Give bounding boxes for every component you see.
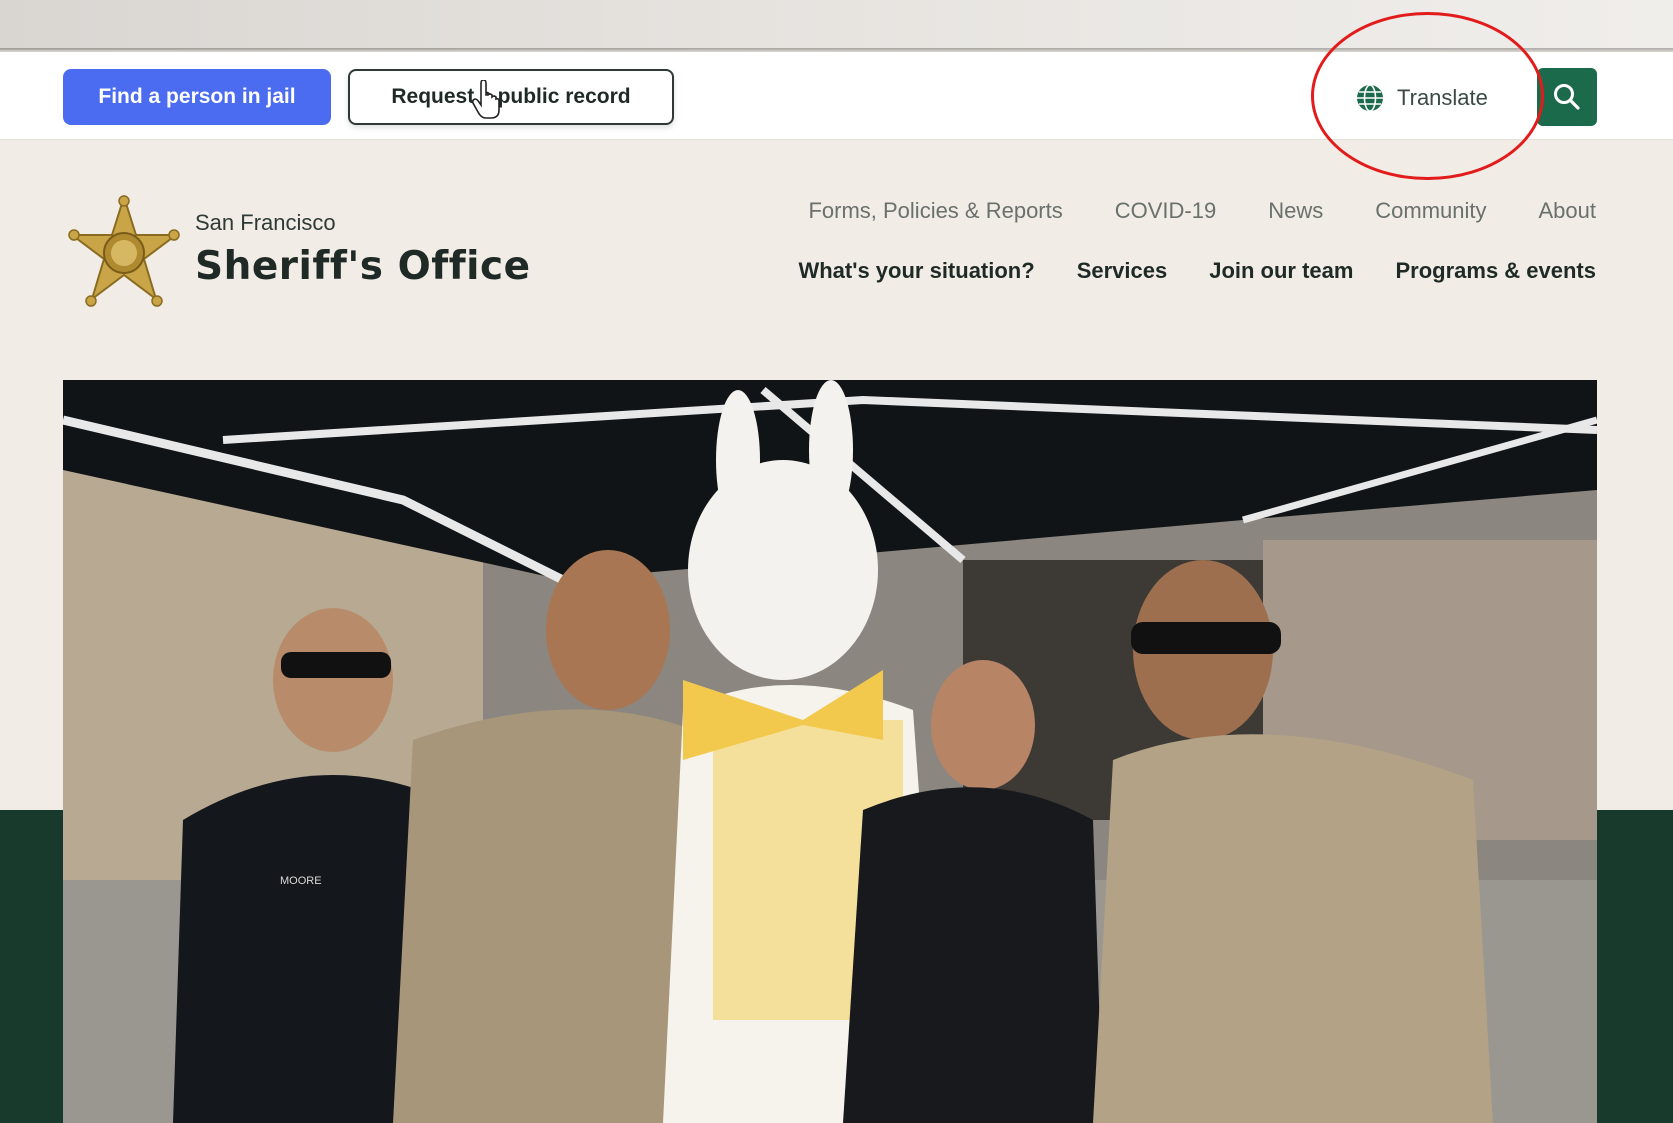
nav-services[interactable]: Services (1077, 258, 1168, 284)
nav-programs-events[interactable]: Programs & events (1395, 258, 1596, 284)
site-title[interactable]: Sheriff's Office (195, 244, 531, 289)
translate-label: Translate (1397, 85, 1488, 110)
nav-news[interactable]: News (1268, 198, 1323, 224)
primary-nav: What's your situation? Services Join our… (798, 258, 1596, 284)
secondary-nav: Forms, Policies & Reports COVID-19 News … (808, 198, 1596, 224)
search-button[interactable] (1537, 68, 1597, 126)
nav-about[interactable]: About (1539, 198, 1597, 224)
hero-photo-nametag: MOORE (280, 875, 322, 887)
globe-icon (1357, 84, 1383, 112)
utility-bar: Find a person in jail Request a public r… (0, 52, 1673, 140)
find-person-in-jail-button[interactable]: Find a person in jail (63, 69, 331, 125)
translate-button[interactable]: Translate (1355, 74, 1515, 122)
nav-community[interactable]: Community (1375, 198, 1486, 224)
nav-covid-19[interactable]: COVID-19 (1115, 198, 1216, 224)
nav-forms-policies-reports[interactable]: Forms, Policies & Reports (808, 198, 1062, 224)
nav-join-our-team[interactable]: Join our team (1209, 258, 1353, 284)
search-icon (1554, 84, 1580, 110)
browser-top-strip (0, 0, 1673, 54)
nav-whats-your-situation[interactable]: What's your situation? (798, 258, 1034, 284)
site-city-label: San Francisco (195, 210, 336, 235)
hero-photo (63, 380, 1597, 1123)
request-public-record-button[interactable]: Request a public record (348, 69, 674, 125)
sheriff-star-badge-logo[interactable] (64, 195, 184, 320)
hand-cursor-icon (472, 80, 500, 119)
